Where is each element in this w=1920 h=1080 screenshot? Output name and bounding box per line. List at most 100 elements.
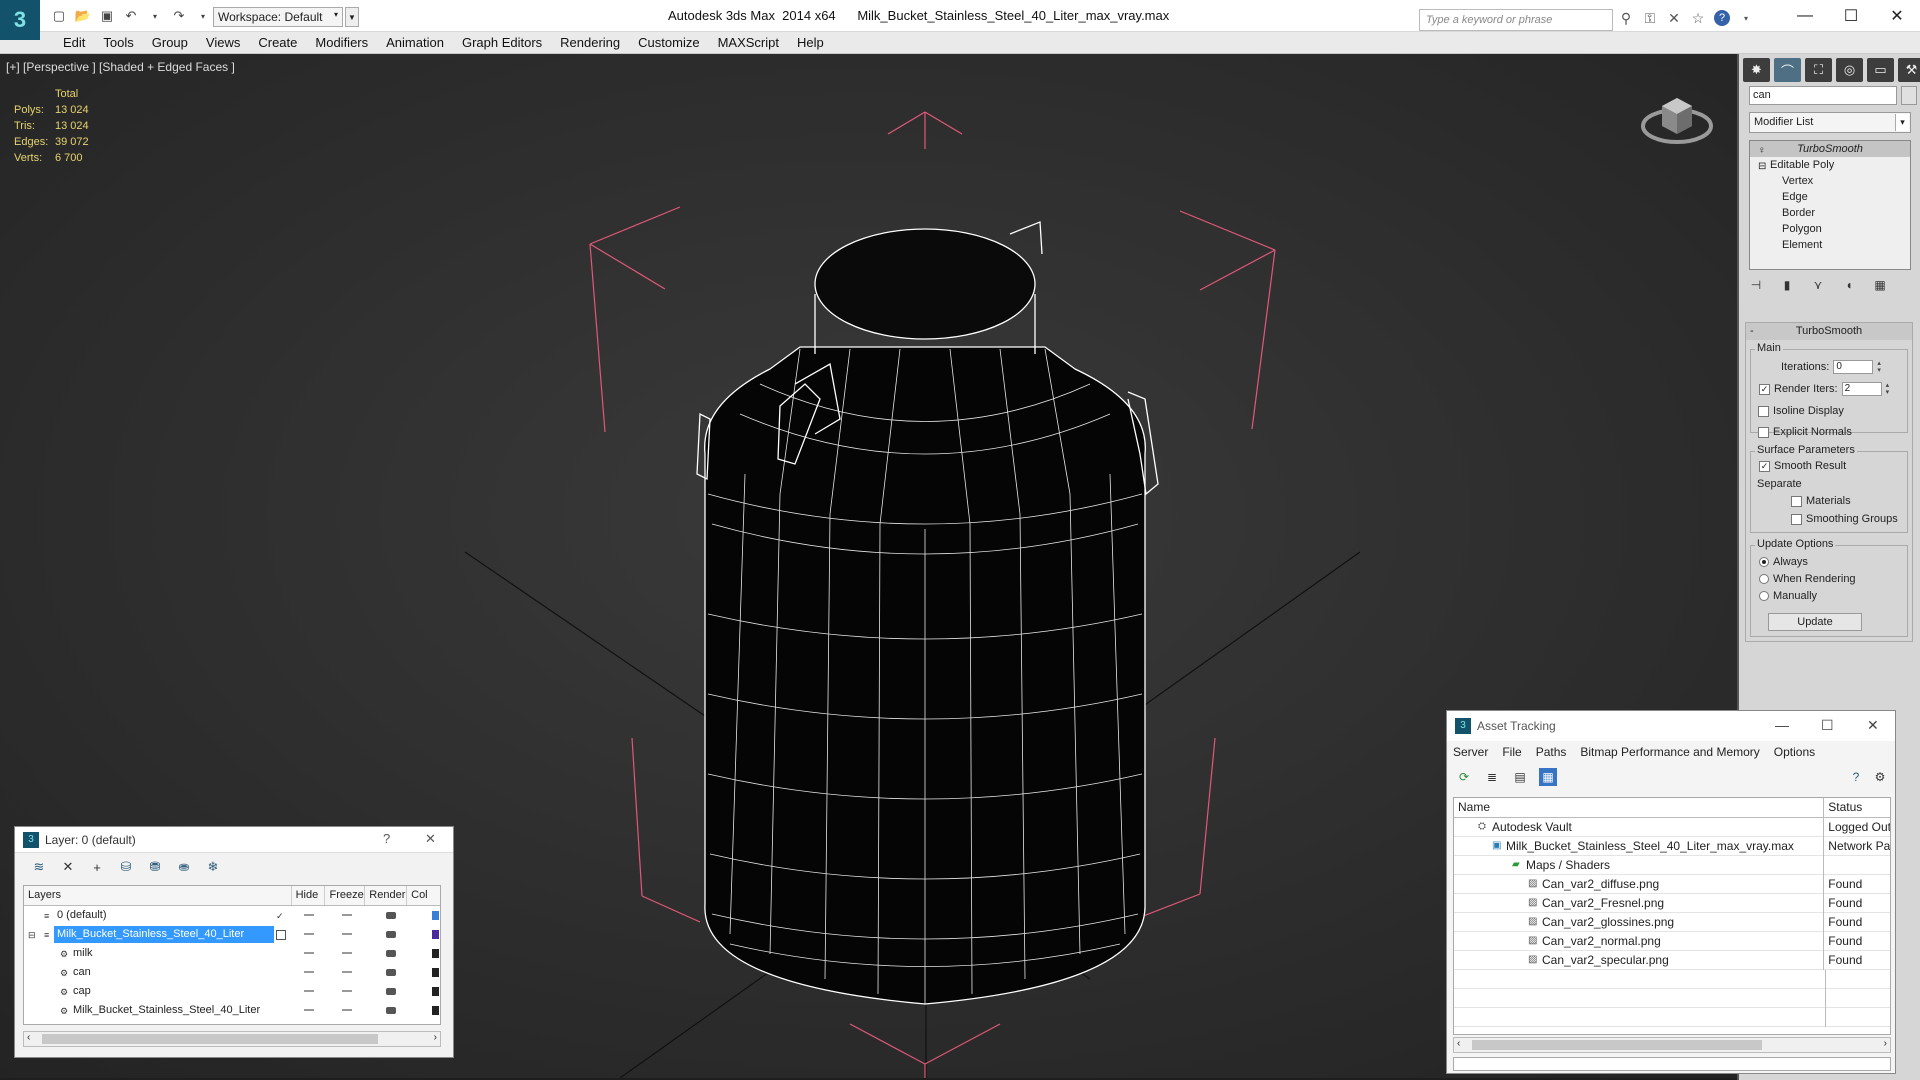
turbosmooth-rollout-header[interactable]: - TurboSmooth <box>1746 323 1912 340</box>
layer-name[interactable]: Milk_Bucket_Stainless_Steel_40_Liter <box>70 1002 263 1019</box>
smoothing-groups-checkbox[interactable] <box>1791 513 1802 525</box>
layer-color-swatch[interactable] <box>432 968 439 977</box>
close-icon[interactable]: ✕ <box>425 831 436 847</box>
layer-color-swatch[interactable] <box>432 949 439 958</box>
update-button[interactable]: Update <box>1768 613 1862 631</box>
display-tab-icon[interactable]: ▭ <box>1867 58 1894 82</box>
make-unique-icon[interactable]: ⋎ <box>1809 276 1827 294</box>
menu-graph-editors[interactable]: Graph Editors <box>453 32 551 54</box>
manually-radio[interactable] <box>1759 591 1769 601</box>
materials-checkbox[interactable] <box>1791 495 1802 507</box>
spinner-arrows-icon[interactable]: ▴ ▾ <box>1886 382 1890 396</box>
stack-item-editable-poly[interactable]: ⊟ Editable Poly <box>1750 157 1910 173</box>
column-render[interactable]: Render <box>365 886 408 905</box>
layer-name[interactable]: 0 (default) <box>54 907 110 924</box>
stack-item-polygon[interactable]: Polygon <box>1750 221 1910 237</box>
minimize-icon[interactable]: — <box>1782 2 1828 30</box>
key-icon[interactable]: ⚿ <box>1642 10 1658 26</box>
horizontal-scrollbar[interactable]: ‹ › <box>23 1031 441 1047</box>
render-iters-checkbox[interactable]: ✓ <box>1759 383 1770 395</box>
menu-options[interactable]: Options <box>1774 745 1815 759</box>
new-file-icon[interactable]: ▢ <box>50 7 68 25</box>
render-teapot-icon[interactable] <box>386 931 396 938</box>
minimize-icon[interactable]: — <box>1775 717 1789 733</box>
freeze-toggle[interactable] <box>342 1009 352 1011</box>
viewcube[interactable] <box>1640 84 1714 154</box>
stack-item-border[interactable]: Border <box>1750 205 1910 221</box>
add-to-layer-icon[interactable]: + <box>89 859 105 875</box>
asset-row[interactable]: ▨ Can_var2_Fresnel.png Found <box>1454 893 1890 913</box>
list-view-icon[interactable]: ≣ <box>1483 768 1501 786</box>
hide-toggle[interactable] <box>304 952 314 954</box>
modifier-list-dropdown[interactable]: Modifier List ▾ <box>1749 112 1911 133</box>
layer-window-titlebar[interactable]: 3 Layer: 0 (default) ? ✕ <box>15 827 453 853</box>
scroll-left-icon[interactable]: ‹ <box>27 1032 30 1043</box>
scrollbar-thumb[interactable] <box>42 1034 378 1044</box>
scroll-right-icon[interactable]: › <box>434 1032 437 1043</box>
quick-access-customize-icon[interactable]: ▼ <box>345 7 359 27</box>
layer-row[interactable]: ⊟ ≡ Milk_Bucket_Stainless_Steel_40_Liter <box>24 925 440 944</box>
settings-icon[interactable]: ⚙ <box>1871 768 1889 786</box>
scroll-right-icon[interactable]: › <box>1884 1038 1887 1049</box>
asset-row[interactable]: ▨ Can_var2_specular.png Found <box>1454 950 1890 970</box>
menu-paths[interactable]: Paths <box>1536 745 1567 759</box>
layer-color-swatch[interactable] <box>432 1006 439 1015</box>
detail-view-icon[interactable]: ▤ <box>1511 768 1529 786</box>
hide-toggle[interactable] <box>304 990 314 992</box>
iterations-spinner[interactable]: 0 <box>1833 360 1874 374</box>
column-layers[interactable]: Layers <box>24 886 292 905</box>
workspace-dropdown[interactable]: Workspace: Default ▾ <box>213 7 343 27</box>
horizontal-scrollbar[interactable]: ‹ › <box>1453 1037 1891 1053</box>
asset-tracking-titlebar[interactable]: 3 Asset Tracking — ☐ ✕ <box>1447 711 1895 741</box>
app-logo-button[interactable]: 3 <box>0 0 40 40</box>
create-layer-icon[interactable]: ≋ <box>31 859 47 875</box>
hide-toggle[interactable] <box>304 971 314 973</box>
column-name[interactable]: Name <box>1454 798 1825 817</box>
smooth-result-checkbox[interactable]: ✓ <box>1759 460 1770 472</box>
freeze-all-icon[interactable]: ❄ <box>205 859 221 875</box>
layer-color-swatch[interactable] <box>432 930 439 939</box>
freeze-toggle[interactable] <box>342 914 352 916</box>
column-freeze[interactable]: Freeze <box>325 886 366 905</box>
menu-file[interactable]: File <box>1502 745 1521 759</box>
create-tab-icon[interactable]: ✸ <box>1743 58 1770 82</box>
remove-modifier-icon[interactable]: ◖ <box>1840 276 1858 294</box>
help-dropdown-icon[interactable]: ▾ <box>1738 10 1754 26</box>
render-teapot-icon[interactable] <box>386 912 396 919</box>
render-teapot-icon[interactable] <box>386 988 396 995</box>
layer-name[interactable]: Milk_Bucket_Stainless_Steel_40_Liter <box>54 926 274 943</box>
close-icon[interactable]: ✕ <box>1874 2 1920 30</box>
layer-name[interactable]: milk <box>70 945 96 962</box>
hide-toggle[interactable] <box>304 1009 314 1011</box>
help-icon[interactable]: ? <box>1714 10 1730 26</box>
hide-toggle[interactable] <box>304 933 314 935</box>
stack-item-vertex[interactable]: Vertex <box>1750 173 1910 189</box>
open-file-icon[interactable]: 📂 <box>74 7 92 25</box>
highlight-layer-icon[interactable]: ⛃ <box>147 859 163 875</box>
layer-color-swatch[interactable] <box>432 911 439 920</box>
layer-name[interactable]: cap <box>70 983 94 1000</box>
collapse-icon[interactable]: ⊟ <box>28 930 38 940</box>
table-view-icon[interactable]: ▦ <box>1539 768 1557 786</box>
render-iters-spinner[interactable]: 2 <box>1841 382 1882 396</box>
object-color-swatch[interactable] <box>1901 86 1917 105</box>
viewport-label[interactable]: [+] [Perspective ] [Shaded + Edged Faces… <box>6 60 235 74</box>
layer-row[interactable]: ⚙ Milk_Bucket_Stainless_Steel_40_Liter <box>24 1001 440 1020</box>
menu-create[interactable]: Create <box>249 32 306 54</box>
menu-customize[interactable]: Customize <box>629 32 708 54</box>
modify-tab-icon[interactable]: ⌒ <box>1774 58 1801 82</box>
freeze-toggle[interactable] <box>342 990 352 992</box>
stack-item-turbosmooth[interactable]: ♀ TurboSmooth <box>1750 141 1910 157</box>
help-icon[interactable]: ? <box>383 831 390 846</box>
menu-tools[interactable]: Tools <box>94 32 142 54</box>
render-teapot-icon[interactable] <box>386 1007 396 1014</box>
render-teapot-icon[interactable] <box>386 950 396 957</box>
asset-row[interactable]: ⛭ Autodesk Vault Logged Out <box>1454 817 1890 837</box>
menu-server[interactable]: Server <box>1453 745 1488 759</box>
close-icon[interactable]: ✕ <box>1867 717 1879 734</box>
redo-icon[interactable]: ↷ <box>170 7 188 25</box>
show-end-result-icon[interactable]: ▮ <box>1778 276 1796 294</box>
menu-help[interactable]: Help <box>788 32 833 54</box>
column-hide[interactable]: Hide <box>292 886 326 905</box>
menu-rendering[interactable]: Rendering <box>551 32 629 54</box>
